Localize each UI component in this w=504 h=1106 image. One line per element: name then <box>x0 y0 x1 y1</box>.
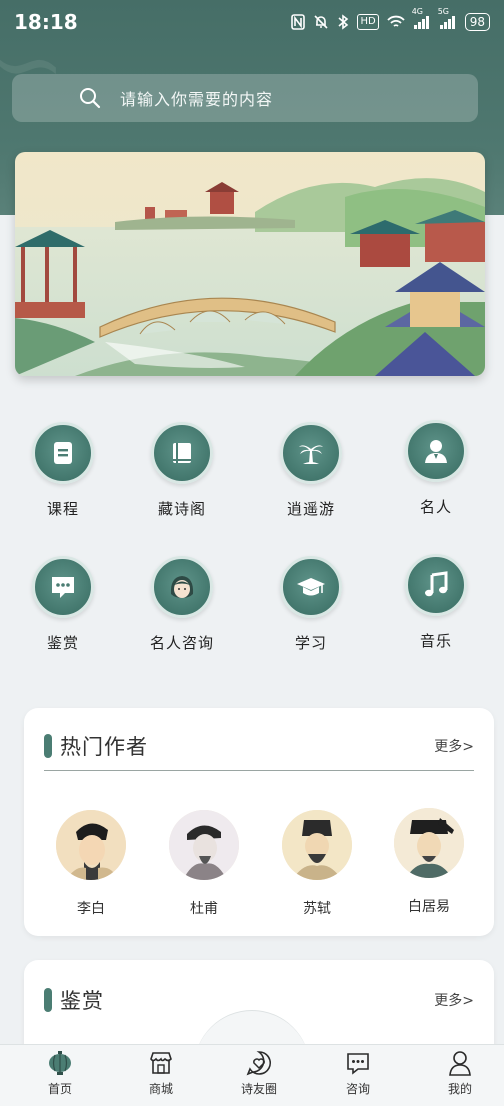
lantern-icon <box>49 1051 71 1075</box>
category-poetry-library[interactable]: 藏诗阁 <box>137 422 227 519</box>
divider <box>44 770 474 771</box>
category-label: 藏诗阁 <box>157 500 206 518</box>
tab-label: 首页 <box>47 1082 72 1096</box>
tab-poet-circle[interactable]: 诗友圈 <box>219 1050 299 1097</box>
nfc-icon <box>291 14 306 30</box>
author-portrait <box>394 808 464 878</box>
category-label: 音乐 <box>419 632 452 650</box>
banner-image[interactable] <box>15 152 485 376</box>
author-name: 苏轼 <box>303 901 331 917</box>
author-du-fu[interactable]: 杜甫 <box>159 810 249 918</box>
hd-badge: HD <box>357 14 379 30</box>
music-note-icon <box>425 571 448 597</box>
landscape-illustration <box>15 152 485 376</box>
category-courses[interactable]: 课程 <box>18 422 108 519</box>
battery-indicator: 98 <box>464 13 490 31</box>
category-label: 课程 <box>46 500 79 518</box>
category-icon-circle <box>405 420 467 482</box>
category-icon-circle <box>32 556 94 618</box>
author-portrait <box>56 810 126 880</box>
category-travel[interactable]: 逍遥游 <box>266 422 356 519</box>
tab-label: 诗友圈 <box>240 1082 277 1096</box>
user-icon <box>449 1051 471 1076</box>
app-screen: ∽ 18:18 HD 4G 5G 98 请输入你需要的内容 课程 藏诗阁 逍遥游… <box>0 0 504 1106</box>
category-label: 鉴赏 <box>46 634 79 652</box>
network-type-b: 5G <box>437 7 450 16</box>
title-accent-bar <box>44 988 52 1012</box>
search-bar[interactable]: 请输入你需要的内容 <box>12 74 478 122</box>
category-icon-circle <box>151 556 213 618</box>
appreciation-title: 鉴赏 <box>60 989 104 1013</box>
hot-authors-more-link[interactable]: 更多> <box>434 736 474 756</box>
author-name: 杜甫 <box>190 901 218 917</box>
status-time: 18:18 <box>14 10 78 34</box>
category-famous-people[interactable]: 名人 <box>391 420 481 517</box>
du-fu-portrait-image <box>169 810 239 880</box>
section-title: 鉴赏 <box>44 985 104 1015</box>
shop-icon <box>150 1052 172 1074</box>
category-label: 逍遥游 <box>286 500 335 518</box>
li-bai-portrait-image <box>56 810 126 880</box>
hot-authors-title: 热门作者 <box>60 735 148 759</box>
title-accent-bar <box>44 734 52 758</box>
author-name: 李白 <box>77 901 105 917</box>
woman-face-icon <box>170 576 194 598</box>
book-icon <box>173 443 191 463</box>
author-portrait <box>282 810 352 880</box>
su-shi-portrait-image <box>282 810 352 880</box>
category-study[interactable]: 学习 <box>266 556 356 653</box>
wifi-icon <box>387 15 405 29</box>
palm-tree-icon <box>299 445 323 464</box>
mute-bell-icon <box>313 14 329 30</box>
search-input[interactable]: 请输入你需要的内容 <box>120 86 273 110</box>
heart-chat-icon <box>246 1051 271 1076</box>
signal-icon-b: 5G <box>438 7 457 29</box>
category-icon-circle <box>151 422 213 484</box>
status-bar: 18:18 HD 4G 5G 98 <box>0 0 504 44</box>
tab-consult[interactable]: 咨询 <box>318 1050 398 1097</box>
person-icon <box>425 440 447 463</box>
category-label: 学习 <box>294 634 327 652</box>
author-name: 白居易 <box>408 899 450 915</box>
hot-authors-card: 热门作者 更多> 李白 杜甫 苏轼 白居易 <box>24 708 494 936</box>
category-label: 名人 <box>419 498 452 516</box>
network-type-a: 4G <box>411 7 424 16</box>
search-icon <box>80 88 101 109</box>
category-music[interactable]: 音乐 <box>391 554 481 651</box>
bluetooth-icon <box>337 14 349 30</box>
author-li-bai[interactable]: 李白 <box>46 810 136 918</box>
category-icon-circle <box>32 422 94 484</box>
tab-label: 商城 <box>148 1082 173 1096</box>
category-celebrity-consult[interactable]: 名人咨询 <box>137 556 227 653</box>
chat-bubble-icon <box>52 577 74 598</box>
category-label: 名人咨询 <box>149 634 214 652</box>
category-appreciation[interactable]: 鉴赏 <box>18 556 108 653</box>
graduation-cap-icon <box>297 578 325 596</box>
appreciation-more-link[interactable]: 更多> <box>434 990 474 1010</box>
tab-label: 咨询 <box>345 1082 370 1096</box>
author-su-shi[interactable]: 苏轼 <box>272 810 362 918</box>
tab-shop[interactable]: 商城 <box>121 1050 201 1097</box>
bai-juyi-portrait-image <box>394 808 464 878</box>
tab-me[interactable]: 我的 <box>420 1050 500 1097</box>
message-icon <box>347 1053 369 1075</box>
tab-home[interactable]: 首页 <box>20 1050 100 1097</box>
tab-label: 我的 <box>447 1082 472 1096</box>
signal-icon-a: 4G <box>412 7 431 29</box>
category-icon-circle <box>280 556 342 618</box>
category-icon-circle <box>405 554 467 616</box>
author-portrait <box>169 810 239 880</box>
hot-authors-header: 热门作者 更多> <box>44 730 474 762</box>
category-icon-circle <box>280 422 342 484</box>
document-icon <box>54 442 72 464</box>
status-icons: HD 4G 5G 98 <box>291 7 490 31</box>
section-title: 热门作者 <box>44 731 148 761</box>
author-bai-juyi[interactable]: 白居易 <box>384 808 474 916</box>
